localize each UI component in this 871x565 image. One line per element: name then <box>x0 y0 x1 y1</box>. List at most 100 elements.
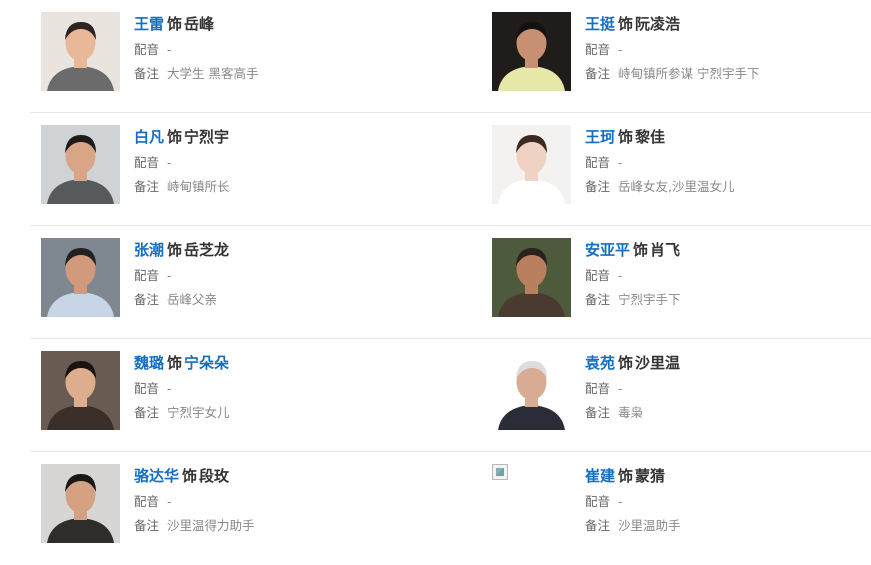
actor-photo[interactable] <box>41 464 120 543</box>
cast-info: 崔建饰蒙猜 配音 - 备注 沙里温助手 <box>585 465 871 535</box>
cast-info: 王雷饰岳峰 配音 - 备注 大学生 黑客高手 <box>134 13 434 83</box>
note-label: 备注 <box>585 405 611 420</box>
cast-grid: 王雷饰岳峰 配音 - 备注 大学生 黑客高手 王挺饰阮凌浩 配音 - 备注 峙甸… <box>0 0 871 557</box>
dub-value: - <box>618 381 623 396</box>
note-value: 大学生 黑客高手 <box>167 66 259 81</box>
dub-value: - <box>618 494 623 509</box>
dub-label: 配音 <box>134 494 160 509</box>
actor-name-link[interactable]: 王挺 <box>585 15 615 33</box>
dub-label: 配音 <box>134 42 160 57</box>
note-line: 备注 沙里温助手 <box>585 517 871 535</box>
dub-label: 配音 <box>134 155 160 170</box>
cast-item: 魏璐饰宁朵朵 配音 - 备注 宁烈宇女儿 <box>30 339 450 451</box>
cast-row: 王雷饰岳峰 配音 - 备注 大学生 黑客高手 王挺饰阮凌浩 配音 - 备注 峙甸… <box>30 0 871 113</box>
cast-row: 骆达华饰段玫 配音 - 备注 沙里温得力助手 崔建饰蒙猜 配音 - 备注 沙里温助手 <box>30 452 871 565</box>
dub-value: - <box>167 42 172 57</box>
cast-title: 魏璐饰宁朵朵 <box>134 352 434 374</box>
cast-item: 王挺饰阮凌浩 配音 - 备注 峙甸镇所参谋 宁烈宇手下 <box>481 0 871 112</box>
actor-photo[interactable] <box>41 238 120 317</box>
note-value: 沙里温得力助手 <box>167 518 255 533</box>
cast-item: 袁苑饰沙里温 配音 - 备注 毒枭 <box>481 339 871 451</box>
note-value: 宁烈宇女儿 <box>167 405 230 420</box>
actor-name-link[interactable]: 张潮 <box>134 241 164 259</box>
as-label: 饰 <box>167 128 183 146</box>
cast-title: 崔建饰蒙猜 <box>585 465 871 487</box>
actor-photo[interactable] <box>492 351 571 430</box>
note-line: 备注 宁烈宇手下 <box>585 291 871 309</box>
cast-info: 王挺饰阮凌浩 配音 - 备注 峙甸镇所参谋 宁烈宇手下 <box>585 13 871 83</box>
dub-value: - <box>167 268 172 283</box>
actor-photo[interactable] <box>41 12 120 91</box>
dub-value: - <box>618 268 623 283</box>
actor-photo-icon <box>41 351 120 430</box>
actor-name-link[interactable]: 白凡 <box>134 128 164 146</box>
cast-title: 王挺饰阮凌浩 <box>585 13 871 35</box>
actor-name-link[interactable]: 魏璐 <box>134 354 164 372</box>
note-line: 备注 沙里温得力助手 <box>134 517 434 535</box>
dub-label: 配音 <box>134 268 160 283</box>
dub-label: 配音 <box>585 42 611 57</box>
note-value: 沙里温助手 <box>618 518 681 533</box>
note-line: 备注 峙甸镇所参谋 宁烈宇手下 <box>585 65 871 83</box>
cast-info: 安亚平饰肖飞 配音 - 备注 宁烈宇手下 <box>585 239 871 309</box>
as-label: 饰 <box>618 467 634 485</box>
broken-image-icon[interactable] <box>492 464 571 543</box>
actor-name-link[interactable]: 骆达华 <box>134 467 179 485</box>
note-label: 备注 <box>134 518 160 533</box>
cast-item: 王珂饰黎佳 配音 - 备注 岳峰女友,沙里温女儿 <box>481 113 871 225</box>
actor-photo[interactable] <box>492 238 571 317</box>
dub-line: 配音 - <box>585 154 871 172</box>
cast-item: 张潮饰岳芝龙 配音 - 备注 岳峰父亲 <box>30 226 450 338</box>
dub-label: 配音 <box>585 155 611 170</box>
cast-info: 骆达华饰段玫 配音 - 备注 沙里温得力助手 <box>134 465 434 535</box>
actor-photo[interactable] <box>492 12 571 91</box>
dub-label: 配音 <box>585 381 611 396</box>
actor-photo[interactable] <box>41 351 120 430</box>
note-value: 峙甸镇所参谋 宁烈宇手下 <box>618 66 760 81</box>
dub-line: 配音 - <box>585 380 871 398</box>
as-label: 饰 <box>618 354 634 372</box>
actor-name-link[interactable]: 王雷 <box>134 15 164 33</box>
actor-photo[interactable] <box>41 125 120 204</box>
cast-title: 王珂饰黎佳 <box>585 126 871 148</box>
cast-title: 白凡饰宁烈宇 <box>134 126 434 148</box>
dub-line: 配音 - <box>585 267 871 285</box>
dub-value: - <box>618 42 623 57</box>
actor-name-link[interactable]: 袁苑 <box>585 354 615 372</box>
dub-line: 配音 - <box>134 154 434 172</box>
actor-photo[interactable] <box>492 125 571 204</box>
as-label: 饰 <box>618 128 634 146</box>
as-label: 饰 <box>167 15 183 33</box>
actor-photo-icon <box>41 238 120 317</box>
actor-name-link[interactable]: 崔建 <box>585 467 615 485</box>
actor-photo-icon <box>492 12 571 91</box>
dub-line: 配音 - <box>134 493 434 511</box>
note-label: 备注 <box>134 179 160 194</box>
actor-photo-icon <box>492 238 571 317</box>
role-name-link[interactable]: 宁朵朵 <box>184 354 229 372</box>
note-label: 备注 <box>585 66 611 81</box>
dub-line: 配音 - <box>134 267 434 285</box>
dub-value: - <box>167 494 172 509</box>
cast-info: 张潮饰岳芝龙 配音 - 备注 岳峰父亲 <box>134 239 434 309</box>
dub-line: 配音 - <box>134 380 434 398</box>
actor-name-link[interactable]: 安亚平 <box>585 241 630 259</box>
cast-row: 魏璐饰宁朵朵 配音 - 备注 宁烈宇女儿 袁苑饰沙里温 配音 - 备注 毒枭 <box>30 339 871 452</box>
dub-label: 配音 <box>134 381 160 396</box>
as-label: 饰 <box>633 241 649 259</box>
note-line: 备注 宁烈宇女儿 <box>134 404 434 422</box>
cast-item: 安亚平饰肖飞 配音 - 备注 宁烈宇手下 <box>481 226 871 338</box>
as-label: 饰 <box>618 15 634 33</box>
dub-label: 配音 <box>585 494 611 509</box>
actor-photo-icon <box>492 125 571 204</box>
actor-name-link[interactable]: 王珂 <box>585 128 615 146</box>
cast-info: 袁苑饰沙里温 配音 - 备注 毒枭 <box>585 352 871 422</box>
note-value: 宁烈宇手下 <box>618 292 681 307</box>
role-name: 肖飞 <box>650 241 681 259</box>
dub-line: 配音 - <box>134 41 434 59</box>
note-label: 备注 <box>134 405 160 420</box>
role-name: 岳峰 <box>184 15 215 33</box>
dub-value: - <box>167 381 172 396</box>
role-name: 黎佳 <box>635 128 666 146</box>
actor-photo-icon <box>492 351 571 430</box>
